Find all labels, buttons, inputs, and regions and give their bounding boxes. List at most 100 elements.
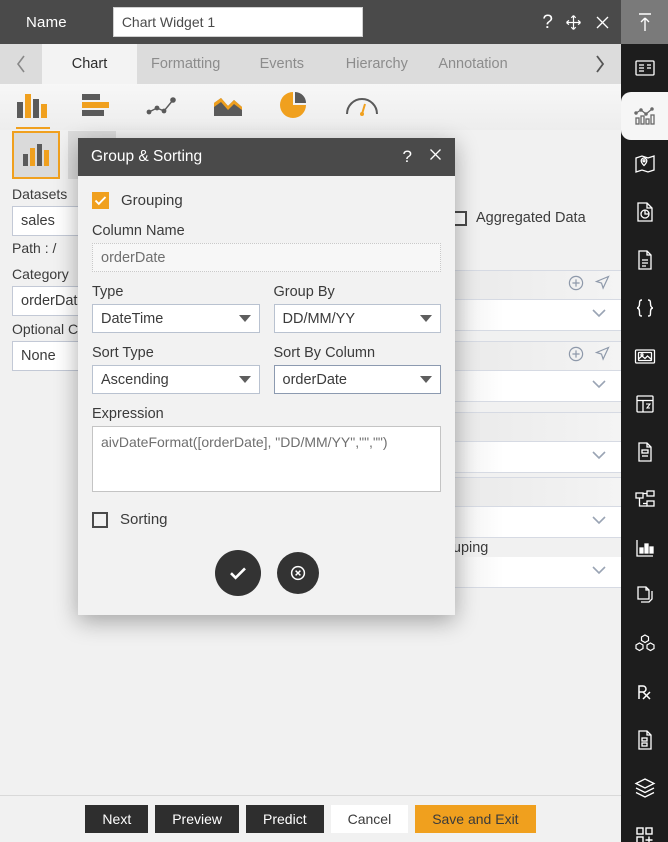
chevron-left-icon[interactable]: [0, 44, 42, 84]
predict-button[interactable]: Predict: [246, 805, 324, 833]
dialog-confirm-button[interactable]: [214, 550, 261, 596]
chevron-down-icon: [591, 513, 607, 531]
group-by-select[interactable]: DD/MM/YY: [273, 304, 441, 333]
save-and-exit-button[interactable]: Save and Exit: [415, 805, 536, 833]
cancel-button[interactable]: Cancel: [330, 805, 409, 833]
layers-icon[interactable]: [621, 764, 668, 812]
column-name-label: Column Name: [92, 223, 185, 239]
series-head-1: [440, 270, 621, 300]
dialog-close-icon[interactable]: [428, 147, 443, 167]
collapse-up-icon[interactable]: [621, 0, 668, 44]
aggregated-data-row[interactable]: Aggregated Data: [452, 210, 586, 226]
sorting-label: Sorting: [120, 511, 168, 528]
series-select-1[interactable]: [440, 300, 621, 331]
chevron-down-icon: [420, 376, 432, 383]
document-icon[interactable]: [621, 236, 668, 284]
map-pin-icon[interactable]: [621, 140, 668, 188]
type-value: DateTime: [101, 310, 164, 327]
window-controls: ?: [542, 0, 611, 44]
series-select-4[interactable]: [440, 507, 621, 538]
add-icon[interactable]: [568, 275, 584, 296]
scatter-chart-icon[interactable]: [146, 90, 184, 124]
area-chart-icon[interactable]: [212, 90, 250, 124]
sorting-checkbox-row[interactable]: Sorting: [92, 511, 441, 528]
sort-by-column-select[interactable]: orderDate: [273, 365, 441, 394]
chevron-down-icon: [238, 376, 251, 383]
move-cross-icon[interactable]: [565, 14, 582, 31]
group-by-field: Group By DD/MM/YY: [273, 284, 441, 333]
copy-page-icon[interactable]: [621, 572, 668, 620]
optional-category-value: None: [21, 348, 56, 364]
column-chart-icon[interactable]: [14, 90, 52, 129]
series-select-2[interactable]: [440, 371, 621, 402]
layout-panel-icon[interactable]: [621, 44, 668, 92]
sort-by-column-label: Sort By Column: [273, 345, 376, 361]
sort-row: Sort Type Ascending Sort By Column order…: [92, 345, 441, 394]
report-pie-icon[interactable]: [621, 188, 668, 236]
sort-type-value: Ascending: [101, 371, 169, 388]
right-config-panel: Aggregated Data rouping: [440, 84, 621, 795]
sort-by-column-value: orderDate: [282, 371, 347, 388]
form-document-icon[interactable]: [621, 428, 668, 476]
chart-analytics-icon[interactable]: [621, 92, 668, 140]
dialog-cancel-button[interactable]: [276, 552, 319, 594]
bar-chart-icon[interactable]: [80, 90, 118, 124]
prescription-rx-icon[interactable]: [621, 668, 668, 716]
series-head-2: [440, 341, 621, 371]
grouping-checkbox[interactable]: [92, 192, 109, 209]
tab-formatting[interactable]: Formatting: [137, 44, 234, 84]
type-select[interactable]: DateTime: [92, 304, 260, 333]
name-label: Name: [26, 13, 67, 31]
widget-name-input[interactable]: [112, 7, 363, 37]
group-by-value: DD/MM/YY: [282, 310, 356, 327]
tab-list: Chart Formatting Events Hierarchy Annota…: [42, 44, 579, 84]
category-value: orderDate: [21, 293, 86, 309]
chevron-down-icon: [238, 315, 251, 322]
series-head-4: [440, 477, 621, 507]
dialog-title-bar: Group & Sorting ?: [78, 138, 455, 176]
next-button[interactable]: Next: [85, 805, 149, 833]
tab-events[interactable]: Events: [234, 44, 329, 84]
type-groupby-row: Type DateTime Group By DD/MM/YY: [92, 284, 441, 333]
series-select-5[interactable]: [440, 557, 621, 588]
tab-hierarchy[interactable]: Hierarchy: [329, 44, 424, 84]
send-icon[interactable]: [594, 345, 611, 367]
tab-chart[interactable]: Chart: [42, 44, 137, 84]
gauge-chart-icon[interactable]: [344, 90, 382, 124]
sort-by-column-field: Sort By Column orderDate: [273, 345, 441, 394]
note-document-icon[interactable]: [621, 716, 668, 764]
datasets-value: sales: [21, 213, 55, 229]
expression-textarea[interactable]: [92, 426, 441, 492]
column-name-input[interactable]: orderDate: [92, 243, 441, 272]
chevron-down-icon: [591, 563, 607, 581]
add-widget-icon[interactable]: [621, 812, 668, 842]
dialog-help-icon[interactable]: ?: [403, 147, 412, 167]
grouping-checkbox-row[interactable]: Grouping: [92, 192, 441, 209]
help-icon[interactable]: ?: [542, 13, 553, 32]
group-and-sorting-dialog: Group & Sorting ? Grouping Column Name o…: [78, 138, 455, 615]
expression-label: Expression: [92, 406, 164, 422]
chart-variant-column-selected[interactable]: [12, 131, 60, 179]
sorting-checkbox[interactable]: [92, 511, 108, 528]
tab-annotation[interactable]: Annotation: [424, 44, 521, 84]
series-select-3[interactable]: [440, 442, 621, 473]
type-field: Type DateTime: [92, 284, 260, 333]
preview-button[interactable]: Preview: [155, 805, 240, 833]
image-gallery-icon[interactable]: [621, 332, 668, 380]
add-icon[interactable]: [568, 346, 584, 367]
pie-chart-icon[interactable]: [278, 90, 316, 124]
cubes-icon[interactable]: [621, 620, 668, 668]
braces-code-icon[interactable]: [621, 284, 668, 332]
chevron-right-icon[interactable]: [579, 44, 621, 84]
dialog-actions: [92, 550, 441, 596]
sort-type-select[interactable]: Ascending: [92, 365, 260, 394]
close-icon[interactable]: [594, 14, 611, 31]
sort-type-label: Sort Type: [92, 345, 154, 361]
table-calendar-icon[interactable]: [621, 380, 668, 428]
chevron-down-icon: [420, 315, 432, 322]
bar-stats-icon[interactable]: [621, 524, 668, 572]
bottom-action-bar: Next Preview Predict Cancel Save and Exi…: [0, 795, 621, 842]
right-icon-rail: [621, 0, 668, 842]
tree-hierarchy-icon[interactable]: [621, 476, 668, 524]
send-icon[interactable]: [594, 274, 611, 296]
